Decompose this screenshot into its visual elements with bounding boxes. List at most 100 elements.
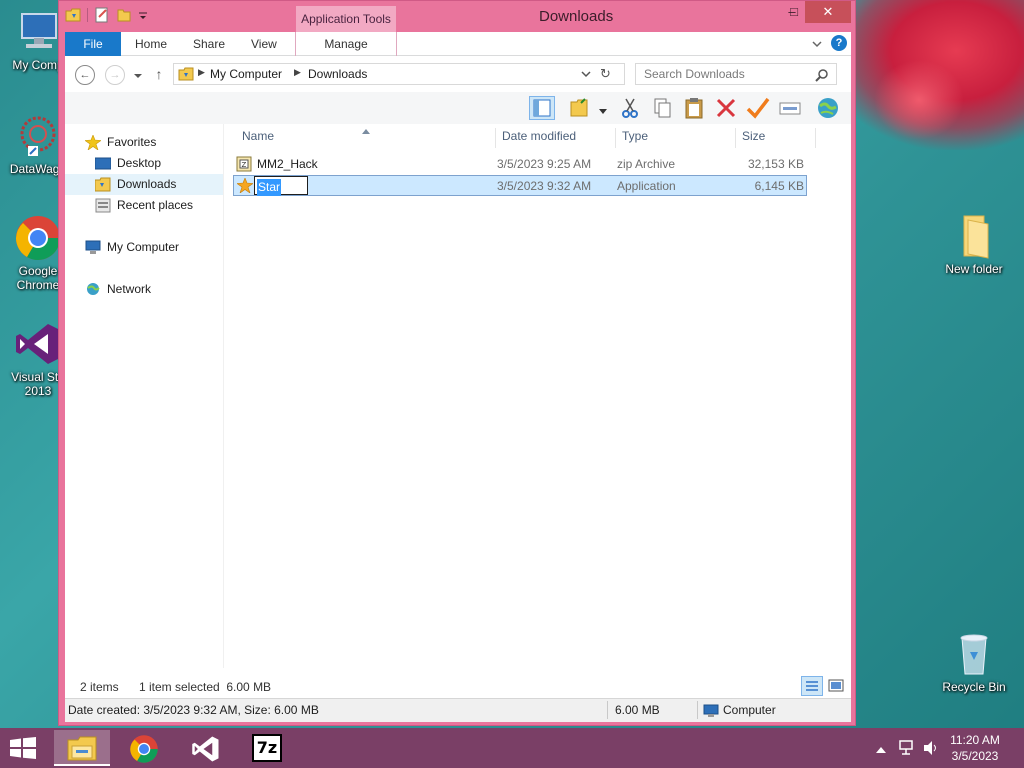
taskbar-chrome[interactable] [116, 730, 172, 766]
nav-desktop[interactable]: Desktop [65, 153, 223, 174]
breadcrumb-separator-icon: ▶ [294, 67, 301, 77]
taskbar-7zip[interactable]: 7z [240, 730, 296, 766]
nav-my-computer[interactable]: My Computer [65, 237, 223, 258]
preview-pane-icon[interactable] [529, 96, 555, 120]
file-name: MM2_Hack [257, 157, 318, 171]
nav-downloads-label: Downloads [117, 177, 177, 191]
details-size: 6.00 MB [615, 703, 660, 717]
file-date: 3/5/2023 9:25 AM [497, 157, 592, 171]
rename-check-icon[interactable] [745, 96, 771, 120]
clock-time: 11:20 AM [950, 733, 1000, 747]
column-header-type[interactable]: Type [616, 128, 736, 148]
quick-access-toolbar [65, 7, 148, 23]
downloads-folder-icon [94, 177, 111, 192]
customize-qat-icon[interactable] [138, 7, 148, 23]
column-header-date-modified[interactable]: Date modified [496, 128, 616, 148]
ribbon-expand-chevron-icon[interactable] [811, 37, 823, 51]
desktop-icon [94, 156, 112, 171]
cut-icon[interactable] [617, 96, 643, 120]
nav-downloads[interactable]: Downloads [65, 174, 223, 195]
desktop-icon-recycle-bin[interactable]: Recycle Bin [936, 630, 1012, 694]
taskbar-visual-studio[interactable] [178, 730, 234, 766]
file-row-star[interactable]: Star 3/5/2023 9:32 AM Application 6,145 … [233, 175, 807, 196]
start-button[interactable] [10, 737, 36, 759]
recycle-bin-icon [950, 630, 998, 678]
column-header-size[interactable]: Size [736, 128, 816, 148]
file-date: 3/5/2023 9:32 AM [497, 179, 592, 193]
close-button[interactable]: ✕ [805, 1, 851, 23]
window-folder-icon[interactable] [65, 7, 81, 23]
rename-input[interactable]: Star [254, 176, 308, 196]
address-bar[interactable]: ▶ My Computer ▶ Downloads ↻ [173, 63, 625, 85]
ribbon-tabs: File Home Share View Manage ? [65, 32, 851, 56]
large-icons-view-icon[interactable] [827, 677, 845, 695]
taskbar: 7z 11:20 AM 3/5/2023 [0, 728, 1024, 768]
context-tab-application-tools[interactable]: Application Tools [295, 5, 397, 33]
properties-toolbar-icon[interactable] [777, 96, 803, 120]
nav-network[interactable]: Network [65, 279, 223, 300]
desktop-icon-new-folder[interactable]: New folder [936, 212, 1012, 276]
delete-icon[interactable] [713, 96, 739, 120]
navigation-pane: Favorites Desktop Downloads Recent place… [65, 124, 223, 668]
details-view-icon[interactable] [801, 676, 823, 696]
computer-small-icon [703, 703, 719, 725]
file-type: Application [617, 179, 676, 193]
datawagon-icon [14, 112, 62, 160]
visual-studio-icon [14, 320, 62, 368]
breadcrumb-separator-icon: ▶ [198, 67, 205, 77]
nav-recent-places[interactable]: Recent places [65, 195, 223, 216]
help-icon[interactable]: ? [831, 35, 847, 51]
address-folder-icon [178, 66, 194, 85]
breadcrumb-downloads[interactable]: Downloads [308, 67, 367, 81]
folder-icon [950, 212, 998, 260]
network-tray-icon[interactable] [898, 739, 916, 760]
desktop-icon-label: New folder [945, 262, 1003, 276]
title-bar[interactable]: Application Tools Downloads – □ ✕ [59, 1, 855, 33]
7zip-icon: 7z [252, 734, 282, 762]
file-row-mm2-hack[interactable]: Z MM2_Hack 3/5/2023 9:25 AM zip Archive … [234, 154, 808, 175]
refresh-icon[interactable]: ↻ [600, 66, 611, 82]
tab-share[interactable]: Share [193, 32, 225, 56]
chrome-icon [14, 214, 62, 262]
tray-overflow-icon[interactable] [876, 742, 886, 756]
my-computer-icon [85, 240, 101, 255]
tab-view[interactable]: View [251, 32, 277, 56]
status-bar: 2 items 1 item selected 6.00 MB [65, 668, 851, 698]
search-input[interactable]: Search Downloads [635, 63, 837, 85]
forward-button[interactable]: → [105, 65, 125, 85]
search-icon[interactable] [815, 68, 829, 85]
clock-date: 3/5/2023 [951, 749, 999, 763]
properties-icon[interactable] [94, 7, 110, 23]
new-folder-dropdown-icon[interactable] [599, 104, 607, 118]
paste-icon[interactable] [681, 96, 707, 120]
tab-file[interactable]: File [65, 32, 121, 56]
desktop-icon-label: Recycle Bin [942, 680, 1006, 694]
recent-places-icon [95, 198, 111, 213]
chrome-icon [129, 734, 159, 767]
file-size: 32,153 KB [747, 157, 804, 171]
taskbar-file-explorer[interactable] [54, 730, 110, 766]
tab-manage[interactable]: Manage [295, 32, 397, 56]
new-folder-qat-icon[interactable] [116, 7, 132, 23]
tab-home[interactable]: Home [135, 32, 167, 56]
copy-icon[interactable] [649, 96, 675, 120]
column-header-name[interactable]: Name [236, 128, 496, 148]
volume-tray-icon[interactable] [922, 739, 940, 760]
window-title: Downloads [539, 8, 614, 25]
nav-my-computer-label: My Computer [107, 240, 180, 254]
nav-network-label: Network [107, 282, 152, 296]
up-button[interactable]: ↑ [151, 66, 167, 82]
back-button[interactable]: ← [75, 65, 95, 85]
star-icon [236, 177, 254, 199]
address-dropdown-chevron-icon[interactable] [580, 68, 592, 83]
recent-locations-chevron-icon[interactable] [133, 70, 143, 80]
details-location: Computer [723, 703, 776, 717]
globe-icon[interactable] [815, 96, 841, 120]
item-count: 2 items [80, 680, 119, 694]
taskbar-clock[interactable]: 11:20 AM 3/5/2023 [940, 732, 1010, 764]
nav-favorites[interactable]: Favorites [65, 132, 223, 153]
breadcrumb-my-computer[interactable]: My Computer [210, 67, 282, 81]
new-folder-icon[interactable] [567, 96, 593, 120]
rename-input-selected-text: Star [257, 179, 282, 196]
computer-icon [14, 8, 62, 56]
